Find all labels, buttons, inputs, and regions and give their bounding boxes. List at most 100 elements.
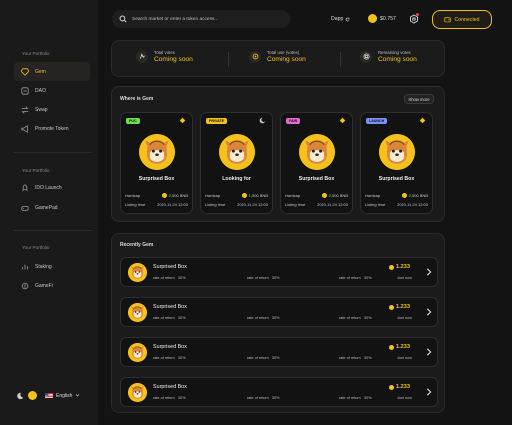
gem-name: Surprised Box — [153, 304, 187, 310]
listing-label: Listing time — [285, 202, 306, 207]
search-input[interactable]: Search market or enter a token access... — [112, 10, 290, 28]
recently-gem-panel: Recently Gem Surprised Box rate of retur… — [111, 233, 445, 413]
chevron-down-icon[interactable] — [75, 393, 80, 398]
hardcap-label: Hardcap — [205, 193, 221, 198]
gem-card[interactable]: PUC Surprised Box Hardcap 2,500 BNB List… — [120, 112, 193, 214]
sidebar-item-label: DAO — [35, 87, 46, 94]
listing-value: 2021.11.24 12:00 — [317, 202, 348, 207]
chevron-right-icon[interactable] — [426, 348, 432, 356]
sidebar-item-ido-launch[interactable]: IDO Launch — [14, 178, 90, 197]
return-stat-1: rate of return 30% — [153, 356, 186, 360]
dapp-selector[interactable]: Dapp — [331, 16, 350, 22]
token-avatar — [128, 383, 147, 402]
moon-icon — [259, 117, 266, 124]
gem-card[interactable]: FAIR Surprised Box Hardcap 2,500 BNB Lis… — [280, 112, 353, 214]
sidebar-item-label: GamePad — [35, 204, 58, 211]
hardcap-value: 2,500 BNB — [328, 193, 348, 198]
gem-name: Surprised Box — [153, 344, 187, 350]
chevron-right-icon[interactable] — [426, 308, 432, 316]
section-title: Recently Gem — [120, 242, 154, 248]
listing-row: Listing time 2021.11.24 12:00 — [125, 202, 188, 207]
sidebar-item-label: IDO Launch — [35, 184, 62, 191]
chevron-right-icon[interactable] — [426, 268, 432, 276]
divider — [228, 52, 229, 67]
return-stat-3: rate of return 30% — [339, 356, 372, 360]
search-placeholder: Search market or enter a token access... — [132, 16, 219, 22]
connected-button[interactable]: Connected — [432, 10, 492, 29]
stats-panel: Total votes Coming soon Total use (votes)… — [111, 40, 445, 77]
bnb-icon — [339, 117, 346, 124]
sidebar-item-label: GameFi — [35, 282, 53, 289]
gem-name: Surprised Box — [298, 176, 335, 182]
time-label: Just now — [397, 356, 412, 360]
gamefi-icon — [21, 282, 29, 289]
wallet-balance: $0.757 — [368, 14, 396, 23]
sidebar-item-gamepad[interactable]: GamePad — [14, 198, 90, 217]
hardcap-row: Hardcap 2,500 BNB — [125, 193, 188, 198]
stat-total-votes: Total votes Coming soon — [136, 50, 193, 63]
return-stat-2: rate of return 30% — [247, 396, 280, 400]
listing-row: Listing time 2021.11.24 12:00 — [285, 202, 348, 207]
megaphone-icon — [21, 124, 28, 133]
sidebar-section-heading: Your Portfolio — [22, 51, 50, 56]
gamepad-icon — [21, 205, 29, 211]
sidebar-item-label: Promote Token — [35, 125, 69, 132]
sidebar-item-promote-token[interactable]: Promote Token — [14, 119, 90, 138]
sidebar-item-swap[interactable]: Swap — [14, 100, 90, 119]
token-avatar — [128, 303, 147, 322]
recent-gem-row[interactable]: Surprised Box rate of return 30% rate of… — [120, 337, 438, 367]
stat-value: Coming soon — [378, 56, 417, 63]
recent-gem-row[interactable]: Surprised Box rate of return 30% rate of… — [120, 257, 438, 287]
vote-icon — [136, 50, 148, 63]
hardcap-value: 1,500 BNB — [248, 193, 268, 198]
return-stat-2: rate of return 30% — [247, 316, 280, 320]
sidebar: Your Portfolio Gem DAO Swap Promote Toke… — [0, 0, 98, 425]
coin-icon — [161, 193, 167, 198]
gem-card[interactable]: LAUNCH Surprised Box Hardcap 2,500 BNB L… — [360, 112, 433, 214]
sidebar-item-gem[interactable]: Gem — [14, 62, 90, 81]
gem-value: 1.233 — [389, 384, 410, 390]
language-selector[interactable]: English — [56, 393, 72, 399]
divider — [340, 52, 341, 67]
gem-badge: LAUNCH — [366, 118, 388, 124]
gem-icon — [21, 67, 29, 76]
gem-value: 1.233 — [389, 264, 410, 270]
sidebar-item-staking[interactable]: Staking — [14, 257, 90, 276]
target-icon — [360, 50, 372, 63]
stat-label: Total use (votes) — [267, 50, 300, 55]
stat-remaining-votes: Remaining votes Coming soon — [360, 50, 417, 63]
staking-icon — [22, 264, 28, 269]
sidebar-item-label: Swap — [35, 106, 48, 113]
stat-value: Coming soon — [267, 56, 306, 63]
sidebar-item-dao[interactable]: DAO — [14, 81, 90, 100]
coin-icon — [389, 344, 394, 350]
coin-icon — [401, 193, 407, 198]
coin-icon — [321, 193, 327, 198]
sidebar-item-gamefi[interactable]: GameFi — [14, 276, 90, 295]
listing-value: 2021.11.24 12:00 — [237, 202, 268, 207]
moon-icon[interactable] — [16, 392, 24, 400]
bnb-icon — [179, 117, 186, 124]
hardcap-row: Hardcap 1,500 BNB — [205, 193, 268, 198]
gem-name: Surprised Box — [153, 264, 187, 270]
gem-card[interactable]: PRIVATE Looking for Hardcap 1,500 BNB Li… — [200, 112, 273, 214]
sidebar-item-label: Gem — [35, 68, 46, 75]
coin-icon — [241, 193, 247, 198]
return-stat-3: rate of return 30% — [339, 396, 372, 400]
notification-dot — [416, 13, 419, 16]
gem-value: 1.233 — [389, 344, 410, 350]
section-title: Where is Gem — [120, 96, 154, 102]
recent-gem-row[interactable]: Surprised Box rate of return 30% rate of… — [120, 297, 438, 327]
return-stat-1: rate of return 30% — [153, 316, 186, 320]
recent-gem-row[interactable]: Surprised Box rate of return 30% rate of… — [120, 377, 438, 407]
gem-badge: PRIVATE — [206, 118, 228, 124]
show-more-button[interactable]: Show more — [404, 94, 434, 104]
sun-icon[interactable] — [28, 391, 37, 400]
return-stat-1: rate of return 30% — [153, 276, 186, 280]
token-avatar — [379, 134, 415, 170]
stat-label: Remaining votes — [378, 50, 411, 55]
time-label: Just now — [397, 276, 412, 280]
bnb-icon — [419, 117, 426, 124]
sidebar-divider — [14, 152, 92, 153]
chevron-right-icon[interactable] — [426, 388, 432, 396]
